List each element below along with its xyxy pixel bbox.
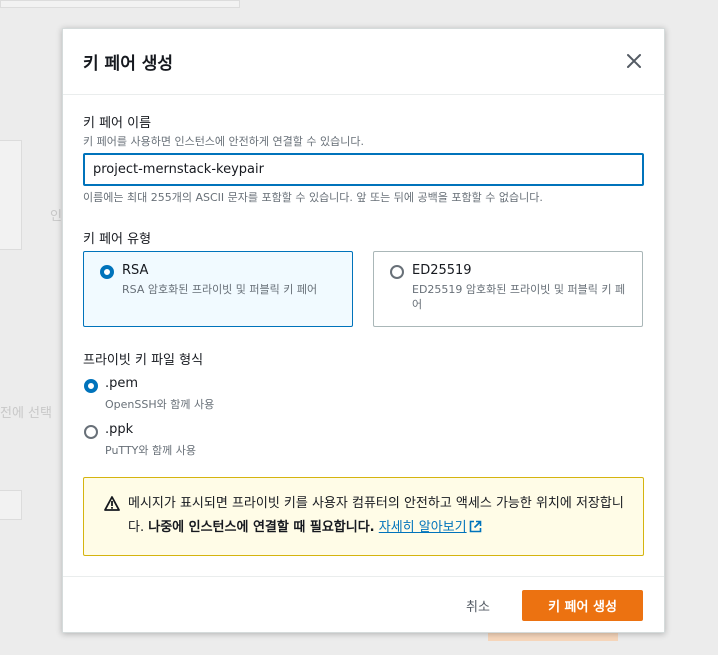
- learn-more-label: 자세히 알아보기: [378, 520, 467, 535]
- option-description: PuTTY와 함께 사용: [105, 444, 196, 457]
- alert-message: 메시지가 표시되면 프라이빗 키를 사용자 컴퓨터의 안전하고 액세스 가능한 …: [128, 492, 628, 540]
- radio-pem[interactable]: [84, 379, 98, 393]
- tile-label: RSA: [122, 263, 149, 278]
- bg-select: [0, 140, 22, 250]
- key-pair-name-label: 키 페어 이름: [83, 116, 152, 131]
- bg-text: 전에 선택: [0, 406, 52, 421]
- close-button[interactable]: [626, 53, 642, 69]
- dialog-title: 키 페어 생성: [83, 54, 174, 74]
- key-type-tile-rsa[interactable]: RSA RSA 암호화된 프라이빗 및 퍼블릭 키 페어: [83, 251, 353, 327]
- key-pair-name-description: 키 페어를 사용하면 인스턴스에 안전하게 연결할 수 있습니다.: [83, 135, 364, 148]
- key-pair-name-constraint: 이름에는 최대 255개의 ASCII 문자를 포함할 수 있습니다. 앞 또는…: [83, 191, 543, 204]
- bg-panel: [0, 0, 240, 8]
- bg-launch-button: [488, 633, 618, 641]
- dialog-header: 키 페어 생성: [63, 29, 664, 95]
- close-icon: [627, 54, 641, 68]
- file-format-option-ppk[interactable]: .ppk PuTTY와 함께 사용: [83, 418, 383, 457]
- cancel-button[interactable]: 취소: [443, 589, 513, 621]
- tile-label: ED25519: [412, 263, 472, 278]
- file-format-label: 프라이빗 키 파일 형식: [83, 353, 204, 368]
- option-label: .pem: [105, 376, 139, 391]
- tile-description: RSA 암호화된 프라이빗 및 퍼블릭 키 페어: [122, 283, 318, 296]
- bg-select-2: [0, 490, 22, 520]
- alert-bold-text: 나중에 인스턴스에 연결할 때 필요합니다.: [148, 520, 375, 535]
- dialog-footer: 취소 키 페어 생성: [63, 576, 664, 634]
- radio-rsa[interactable]: [100, 265, 114, 279]
- create-key-pair-button[interactable]: 키 페어 생성: [522, 590, 643, 621]
- key-pair-name-input[interactable]: [83, 153, 644, 186]
- option-label: .ppk: [105, 422, 134, 437]
- tile-description: ED25519 암호화된 프라이빗 및 퍼블릭 키 페어: [412, 283, 626, 311]
- external-link-icon: [469, 520, 481, 533]
- create-key-pair-dialog: 키 페어 생성 키 페어 이름 키 페어를 사용하면 인스턴스에 안전하게 연결…: [62, 28, 665, 633]
- option-description: OpenSSH와 함께 사용: [105, 398, 215, 411]
- warning-alert: 메시지가 표시되면 프라이빗 키를 사용자 컴퓨터의 안전하고 액세스 가능한 …: [83, 477, 644, 556]
- key-pair-type-label: 키 페어 유형: [83, 232, 152, 247]
- radio-ed25519[interactable]: [390, 265, 404, 279]
- warning-icon: [104, 496, 120, 511]
- radio-ppk[interactable]: [84, 425, 98, 439]
- bg-text: 인: [50, 209, 62, 224]
- file-format-option-pem[interactable]: .pem OpenSSH와 함께 사용: [83, 372, 383, 411]
- learn-more-link[interactable]: 자세히 알아보기: [379, 520, 482, 535]
- key-type-tile-ed25519[interactable]: ED25519 ED25519 암호화된 프라이빗 및 퍼블릭 키 페어: [373, 251, 643, 327]
